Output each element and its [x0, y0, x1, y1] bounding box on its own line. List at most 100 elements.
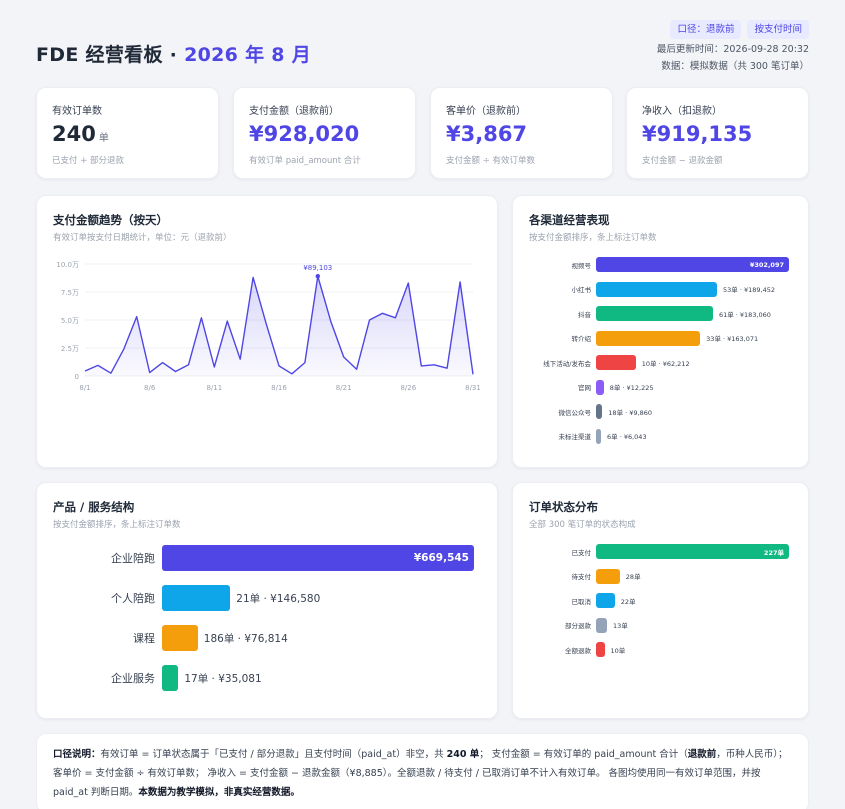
kpi-subtext: 支付金额 ÷ 有效订单数: [446, 156, 536, 166]
bar-row: 微信公众号 18单 · ¥9,860: [513, 404, 652, 419]
kpi-card-valid-orders: 有效订单数 240 单 已支付 + 部分退款: [36, 87, 219, 179]
bar-row: 已支付 227单: [513, 544, 789, 559]
bar: [596, 642, 605, 657]
y-tick-label: 5.0万: [61, 317, 79, 325]
x-tick-label: 8/26: [400, 384, 416, 392]
bar-row: 待支付 28单: [513, 568, 641, 584]
bar: [596, 355, 636, 370]
bar-row: 个人陪跑 21单 · ¥146,580: [37, 585, 320, 611]
header-meta: 口径：退款前 按支付时间 最后更新时间：2026-09-28 20:32 数据：…: [657, 20, 809, 75]
bar-category-label: 视频号: [571, 261, 592, 270]
kpi-value: ¥919,135: [642, 122, 753, 146]
x-tick-label: 8/21: [336, 384, 352, 392]
bar: [596, 306, 713, 321]
note-text-1: 有效订单 = 订单状态属于「已支付 / 部分退款」且支付时间（paid_at）非…: [100, 749, 447, 760]
bar-category-label: 部分退款: [565, 622, 591, 630]
bar-value-label: 13单: [613, 622, 628, 630]
bar-row: 部分退款 13单: [513, 617, 628, 633]
refund-basis-chip: 口径：退款前: [670, 20, 742, 39]
kpi-subtext: 支付金额 − 退款金额: [642, 156, 723, 166]
kpi-label: 净收入（扣退款）: [642, 106, 722, 117]
bar-row: 视频号 ¥302,097: [513, 257, 789, 272]
bar-row: 已取消 22单: [513, 593, 635, 608]
bar: [596, 281, 718, 297]
kpi-unit: 单: [98, 133, 109, 144]
bar: [596, 593, 615, 608]
bar-row: 未标注渠道 6单 · ¥6,043: [513, 428, 647, 444]
bar-row: 企业陪跑 ¥669,545: [37, 545, 474, 571]
bar-row: 抖音 61单 · ¥183,060: [513, 306, 771, 321]
bar-value-label: 28单: [625, 573, 641, 581]
bar-row: 课程 186单 · ¥76,814: [37, 625, 288, 651]
bar-category-label: 已支付: [571, 548, 592, 557]
bar-value-label: 33单 · ¥163,071: [706, 335, 759, 343]
bar: [162, 625, 198, 651]
bar-value-label: 10单: [610, 646, 626, 655]
kpi-card-avg-order: 客单价（退款前） ¥3,867 支付金额 ÷ 有效订单数: [430, 87, 613, 179]
products-chart: 企业陪跑 ¥669,545 个人陪跑 21单 · ¥146,580 课程 186单 · ¥…: [37, 483, 499, 720]
page-title: FDE 经营看板 · 2026 年 8 月: [36, 40, 311, 67]
bar-value-label: 18单 · ¥9,860: [608, 408, 653, 417]
channels-chart: 视频号 ¥302,097 小红书 53单 · ¥189,452 抖音 61单 · ¥183…: [513, 196, 810, 469]
note-lead: 口径说明：: [53, 749, 101, 760]
paytime-basis-chip: 按支付时间: [747, 20, 809, 39]
kpi-subtext: 已支付 + 部分退款: [52, 156, 125, 166]
bar-value-label: 61单 · ¥183,060: [718, 310, 771, 319]
bar-row: 全额退款 10单: [513, 642, 625, 657]
bar-row: 转介绍 33单 · ¥163,071: [513, 330, 759, 346]
x-tick-label: 8/11: [206, 384, 222, 392]
bar-value-label: ¥669,545: [413, 552, 469, 564]
bar-category-label: 官网: [578, 384, 591, 392]
bar-category-label: 企业服务: [111, 672, 155, 685]
note-bold-3: 本数据为教学模拟，非真实经营数据。: [138, 787, 300, 798]
bar-value-label: 53单 · ¥189,452: [723, 286, 776, 294]
kpi-value: 240 单: [52, 122, 109, 146]
bar-category-label: 转介绍: [571, 335, 592, 343]
note-bold-2: 退款前: [687, 749, 717, 760]
x-tick-label: 8/6: [144, 384, 156, 392]
kpi-value: ¥928,020: [249, 122, 360, 146]
bar-row: 官网 8单 · ¥12,225: [513, 379, 654, 395]
title-period: 2026 年 8 月: [184, 44, 312, 66]
max-point: [315, 274, 320, 279]
bar: [162, 585, 231, 611]
y-tick-label: 0: [75, 373, 79, 381]
methodology-note: 口径说明：有效订单 = 订单状态属于「已支付 / 部分退款」且支付时间（paid…: [36, 733, 809, 809]
bar: ¥302,097: [596, 257, 789, 272]
max-point-label: ¥89,103: [303, 264, 332, 272]
bar-value-label: 186单 · ¥76,814: [203, 632, 288, 645]
bar: [596, 428, 601, 444]
bar-category-label: 个人陪跑: [111, 592, 155, 605]
bar-category-label: 已取消: [571, 597, 592, 606]
kpi-value: ¥3,867: [446, 122, 528, 146]
trend-chart: 0 2.5万 5.0万 7.5万 10.0万 8/1 8/6 8/11 8/16 8/21 8/26…: [56, 261, 481, 392]
kpi-label: 客单价（退款前）: [446, 106, 526, 117]
bar-category-label: 未标注渠道: [558, 433, 592, 441]
title-prefix: FDE 经营看板 ·: [36, 44, 185, 66]
bar: [596, 617, 608, 633]
y-tick-label: 2.5万: [61, 345, 79, 353]
bar: ¥669,545: [162, 545, 474, 571]
y-tick-label: 7.5万: [61, 289, 79, 297]
products-card: 产品 / 服务结构 按支付金额排序，条上标注订单数 企业陪跑 ¥669,545 个人…: [36, 482, 498, 719]
x-tick-label: 8/1: [79, 384, 90, 392]
y-tick-label: 10.0万: [56, 261, 79, 269]
bar-category-label: 企业陪跑: [111, 552, 155, 565]
kpi-card-paid-amount: 支付金额（退款前） ¥928,020 有效订单 paid_amount 合计: [233, 87, 416, 179]
bar-category-label: 微信公众号: [558, 408, 592, 417]
bar-row: 企业服务 17单 · ¥35,081: [37, 665, 262, 691]
kpi-label: 有效订单数: [52, 106, 102, 117]
status-card: 订单状态分布 全部 300 笔订单的状态构成 已支付 227单 待支付 28单 已取消 2…: [512, 482, 809, 719]
kpi-subtext: 有效订单 paid_amount 合计: [249, 156, 361, 166]
last-updated: 最后更新时间：2026-09-28 20:32: [656, 44, 809, 55]
x-tick-label: 8/31: [465, 384, 481, 392]
bar-value-label: 17单 · ¥35,081: [184, 672, 262, 685]
bar-value-label: 227单: [763, 548, 784, 557]
note-count: 240 单: [446, 749, 480, 760]
channels-card: 各渠道经营表现 按支付金额排序，条上标注订单数 视频号 ¥302,097 小红书 53…: [512, 195, 809, 468]
bar: [596, 330, 701, 346]
dashboard-header: FDE 经营看板 · 2026 年 8 月: [36, 40, 311, 67]
bar-row: 线下活动/发布会 10单 · ¥62,212: [513, 355, 690, 370]
bar-category-label: 课程: [133, 632, 155, 645]
bar-category-label: 待支付: [571, 573, 592, 581]
